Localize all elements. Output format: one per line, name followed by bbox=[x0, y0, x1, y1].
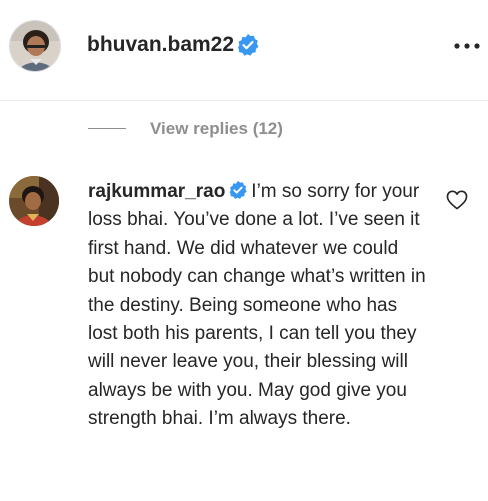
comment-author-avatar[interactable] bbox=[9, 176, 59, 226]
view-replies-label: View replies (12) bbox=[150, 119, 283, 138]
comment-body: rajkummar_rao I’m so sorry for your loss … bbox=[88, 178, 428, 434]
profile-username[interactable]: bhuvan.bam22 bbox=[87, 31, 234, 59]
verified-badge-icon bbox=[236, 33, 260, 57]
more-horizontal-icon bbox=[454, 43, 480, 49]
comment-author-username[interactable]: rajkummar_rao bbox=[88, 181, 225, 202]
profile-avatar[interactable] bbox=[9, 20, 61, 72]
replies-divider-line bbox=[88, 128, 126, 129]
heart-outline-icon bbox=[446, 190, 468, 210]
more-options-button[interactable] bbox=[452, 38, 482, 54]
verified-badge-icon bbox=[228, 180, 248, 200]
like-comment-button[interactable] bbox=[446, 190, 468, 210]
post-header: bhuvan.bam22 bbox=[0, 0, 488, 101]
comment-text: I’m so sorry for your loss bhai. You’ve … bbox=[88, 181, 426, 430]
